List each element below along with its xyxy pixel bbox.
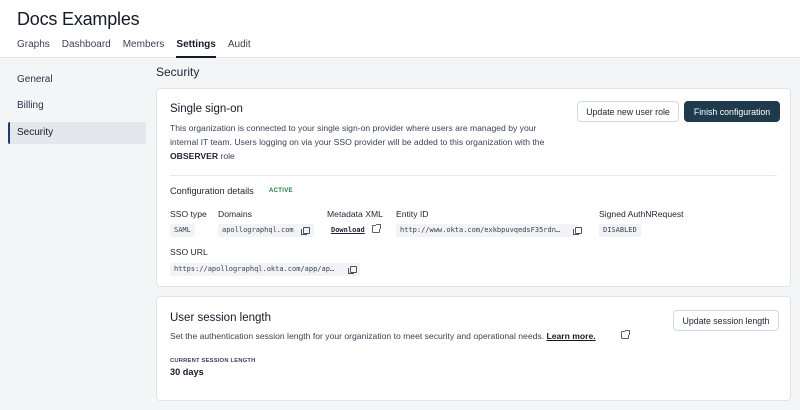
update-user-role-button[interactable]: Update new user role	[577, 101, 679, 122]
metadata-xml-label: Metadata XML	[327, 209, 383, 219]
sso-role-name: OBSERVER	[170, 151, 219, 161]
app-title: Docs Examples	[17, 9, 140, 29]
session-description-text: Set the authentication session length fo…	[170, 331, 545, 341]
config-details-title: Configuration details	[170, 186, 254, 196]
copy-icon[interactable]	[301, 227, 310, 235]
sidebar: General Billing Security	[0, 59, 156, 410]
entity-id-label: Entity ID	[396, 209, 429, 219]
sso-description: This organization is connected to your s…	[170, 121, 565, 163]
sso-divider	[170, 175, 777, 176]
external-link-icon[interactable]	[372, 224, 381, 233]
copy-icon[interactable]	[573, 227, 582, 235]
sso-type-value: SAML	[170, 224, 195, 237]
current-session-label: CURRENT SESSION LENGTH	[170, 358, 256, 364]
sso-url-text: https://apollographql.okta.com/app/ap…	[174, 265, 335, 273]
sso-description-text: This organization is connected to your s…	[170, 123, 545, 147]
top-header: Docs Examples Graphs Dashboard Members S…	[0, 0, 800, 58]
sso-url-value: https://apollographql.okta.com/app/ap…	[170, 263, 360, 276]
tab-graphs[interactable]: Graphs	[17, 39, 50, 58]
sidebar-item-security[interactable]: Security	[8, 122, 146, 144]
domains-label: Domains	[218, 209, 252, 219]
session-card: User session length Set the authenticati…	[156, 296, 791, 401]
session-title: User session length	[170, 312, 271, 324]
nav-tabs: Graphs Dashboard Members Settings Audit	[17, 39, 263, 58]
sso-url-label: SSO URL	[170, 247, 208, 257]
sso-description-end: role	[218, 151, 235, 161]
signed-authn-value: DISABLED	[599, 224, 641, 237]
sidebar-item-general[interactable]: General	[8, 69, 146, 91]
finish-configuration-button[interactable]: Finish configuration	[684, 101, 780, 122]
metadata-download-link[interactable]: Download	[331, 226, 365, 234]
sso-type-label: SSO type	[170, 209, 207, 219]
domains-text: apollographql.com	[222, 226, 294, 234]
learn-more-link[interactable]: Learn more.	[546, 331, 595, 341]
sidebar-item-billing[interactable]: Billing	[8, 95, 146, 117]
signed-authn-label: Signed AuthNRequest	[599, 209, 684, 219]
current-session-value: 30 days	[170, 367, 204, 377]
entity-id-value: http://www.okta.com/exkbpuvqedsF35rdn…	[396, 224, 574, 237]
copy-icon[interactable]	[348, 266, 357, 274]
tab-dashboard[interactable]: Dashboard	[62, 39, 111, 58]
tab-audit[interactable]: Audit	[228, 39, 251, 58]
page-title: Security	[156, 65, 200, 79]
session-description: Set the authentication session length fo…	[170, 329, 650, 343]
external-link-icon[interactable]	[621, 330, 630, 339]
tab-settings[interactable]: Settings	[176, 39, 216, 58]
entity-id-text: http://www.okta.com/exkbpuvqedsF35rdn…	[400, 226, 561, 234]
sso-title: Single sign-on	[170, 103, 243, 115]
tab-members[interactable]: Members	[123, 39, 165, 58]
status-badge: ACTIVE	[269, 188, 293, 194]
update-session-length-button[interactable]: Update session length	[673, 310, 779, 331]
sso-card: Single sign-on This organization is conn…	[156, 88, 791, 287]
domains-value: apollographql.com	[218, 224, 314, 237]
